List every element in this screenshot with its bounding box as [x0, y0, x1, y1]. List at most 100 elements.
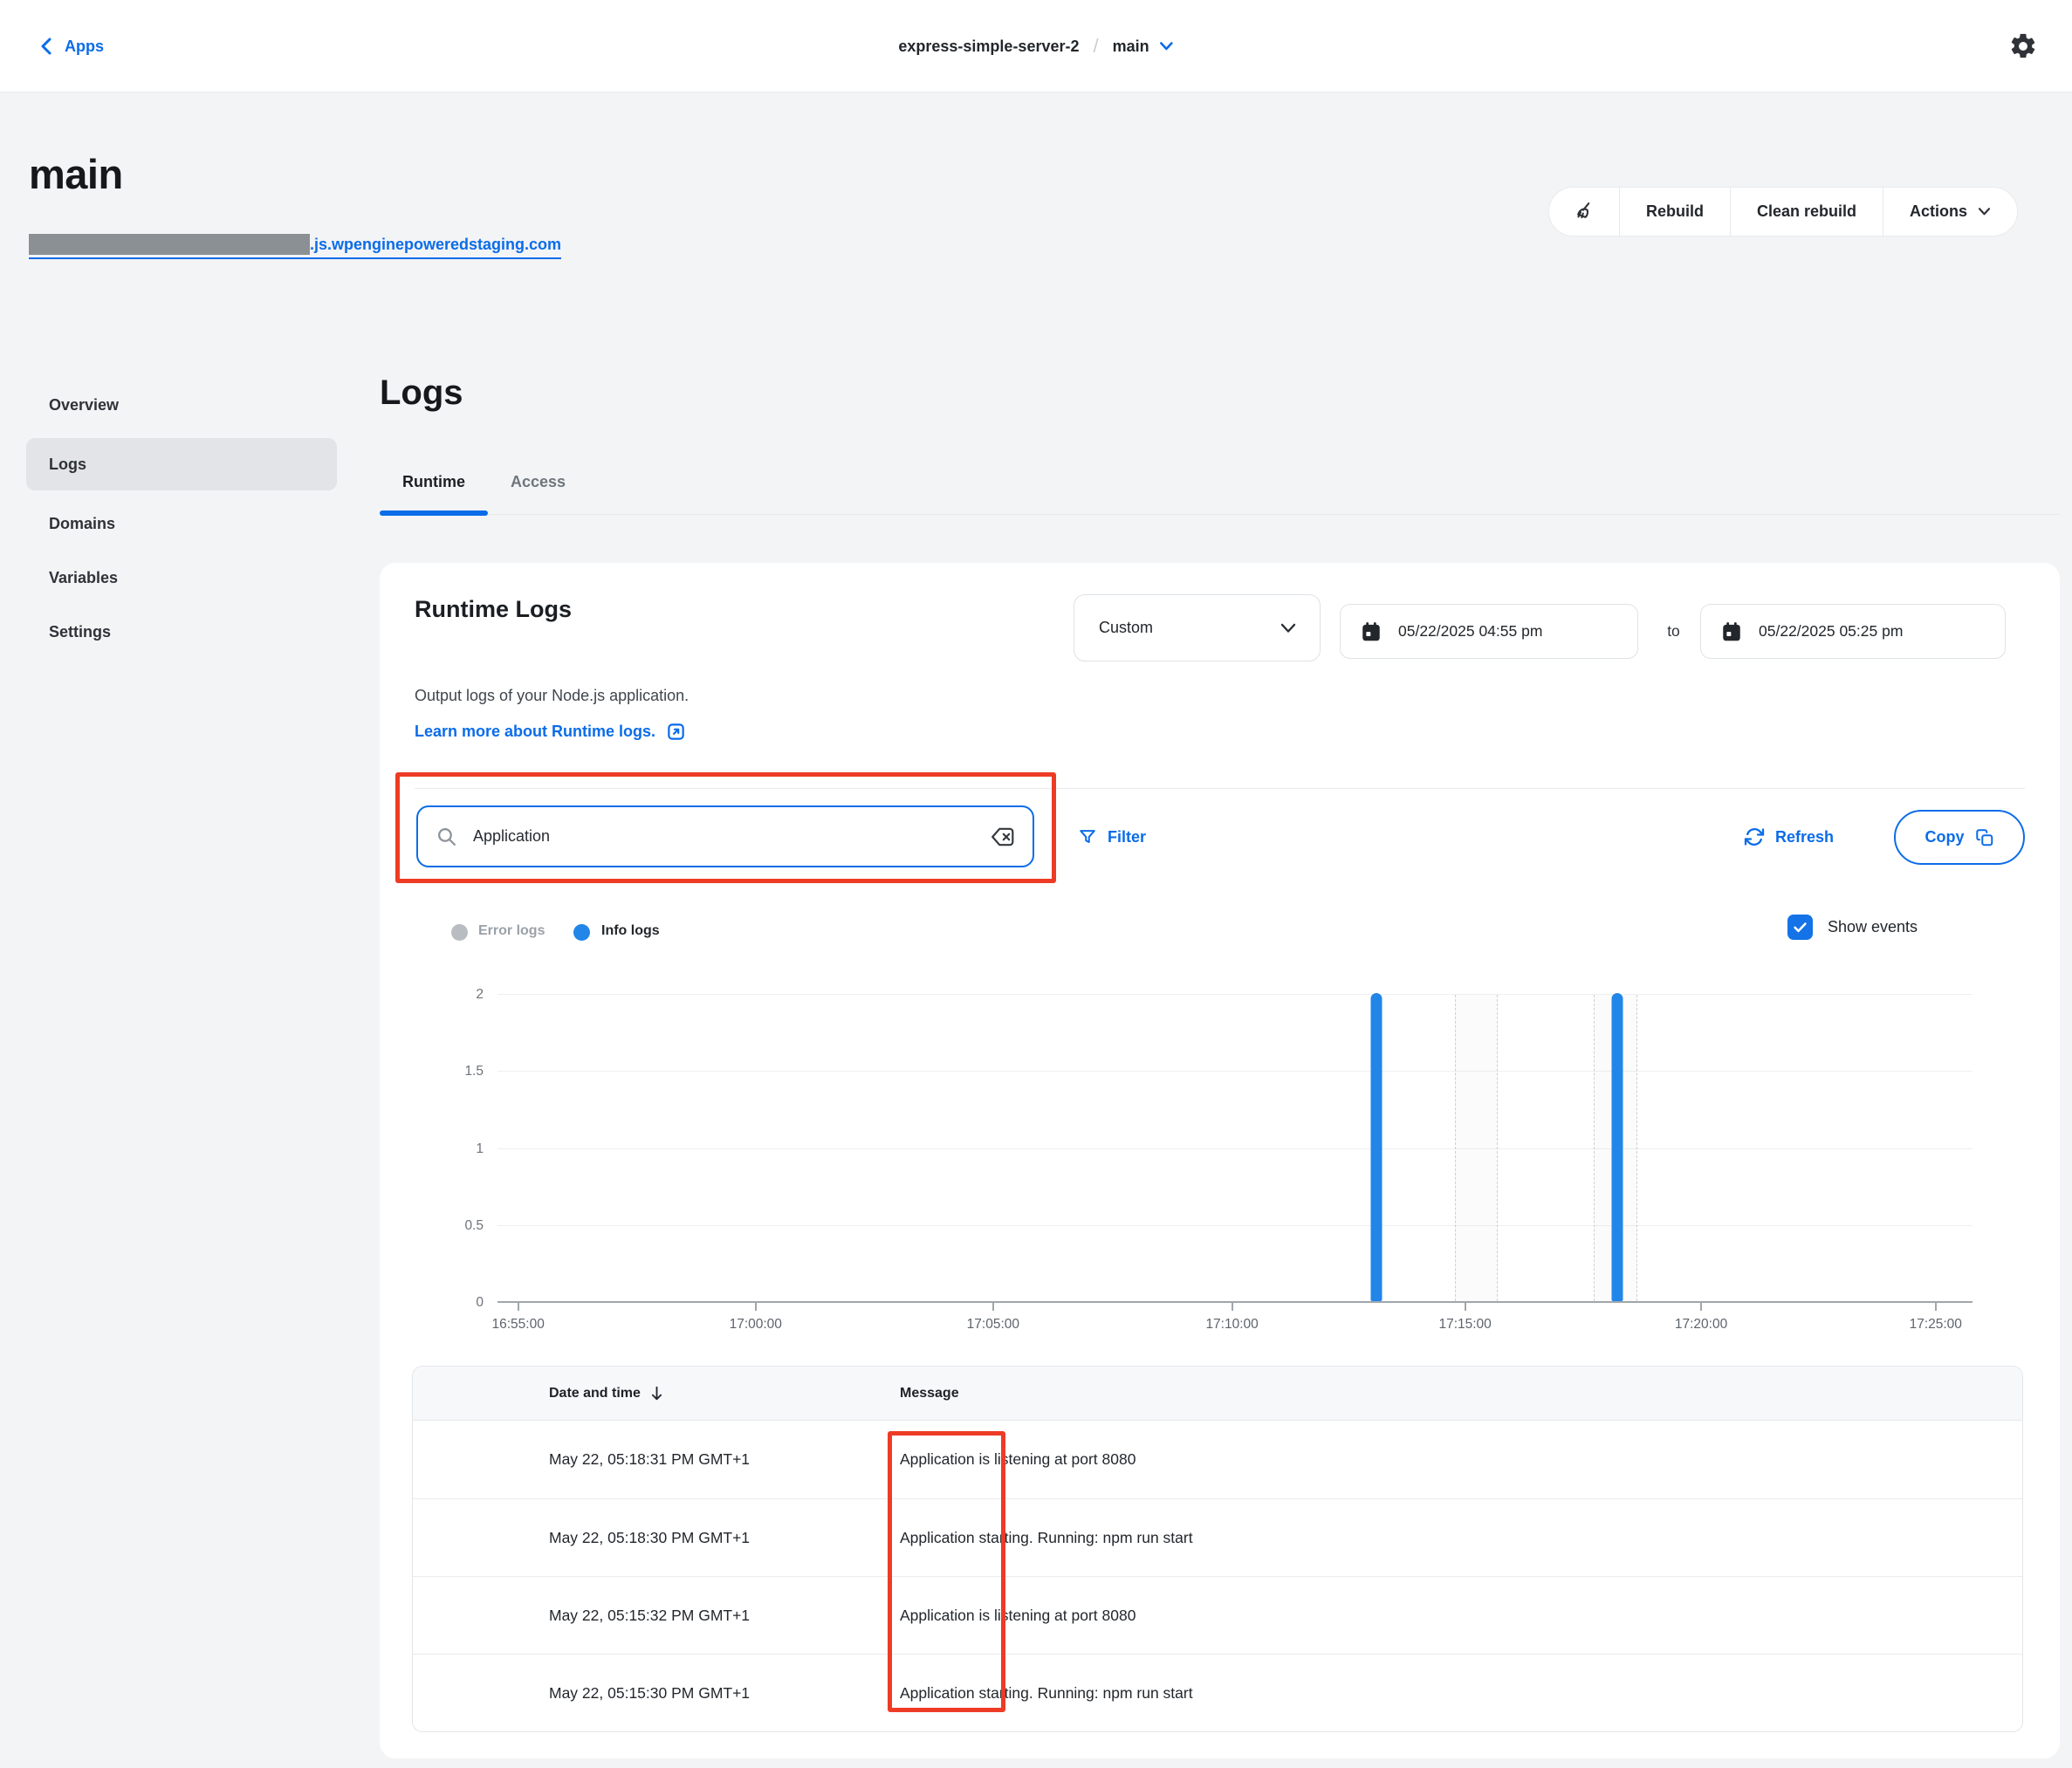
clean-rebuild-button[interactable]: Clean rebuild	[1730, 188, 1883, 236]
panel-description: Output logs of your Node.js application.	[415, 687, 689, 705]
date-from-value: 05/22/2025 04:55 pm	[1398, 622, 1542, 641]
gridline	[497, 1071, 1973, 1072]
refresh-button[interactable]: Refresh	[1744, 821, 1834, 853]
refresh-label: Refresh	[1775, 828, 1834, 846]
show-events-label: Show events	[1828, 918, 1918, 936]
x-axis-tick-mark	[1700, 1303, 1702, 1311]
calendar-icon	[1720, 620, 1743, 643]
x-axis-tick-label: 17:05:00	[967, 1317, 1019, 1333]
learn-more-label: Learn more about Runtime logs.	[415, 723, 655, 741]
gridline	[497, 1225, 1973, 1226]
x-axis-tick-label: 17:00:00	[730, 1317, 782, 1333]
sidebar-nav: Overview Logs Domains Variables Settings	[26, 384, 337, 665]
show-events-toggle[interactable]: Show events	[1787, 915, 1918, 940]
breadcrumb-app-name: express-simple-server-2	[898, 38, 1079, 56]
column-header-datetime[interactable]: Date and time	[549, 1385, 900, 1401]
filter-label: Filter	[1108, 828, 1146, 846]
search-input[interactable]	[457, 827, 991, 846]
log-count-bar	[1611, 993, 1623, 1301]
info-logs-legend-label[interactable]: Info logs	[601, 923, 660, 939]
time-range-value: Custom	[1099, 619, 1153, 637]
table-row: May 22, 05:15:32 PM GMT+1Application is …	[413, 1576, 2022, 1654]
environment-switcher[interactable]: main	[1113, 38, 1174, 56]
chart-plot: 00.511.5216:55:0017:00:0017:05:0017:10:0…	[497, 995, 1973, 1303]
y-axis-tick-label: 0	[431, 1295, 484, 1311]
x-axis-tick-label: 16:55:00	[491, 1317, 544, 1333]
event-band	[1455, 995, 1498, 1301]
copy-button[interactable]: Copy	[1894, 810, 2025, 865]
gear-icon	[2008, 31, 2038, 61]
gridline	[497, 994, 1973, 995]
date-from-input[interactable]: 05/22/2025 04:55 pm	[1340, 604, 1638, 659]
sort-descending-icon	[649, 1385, 664, 1401]
cell-datetime: May 22, 05:15:32 PM GMT+1	[549, 1607, 900, 1625]
x-axis-tick-label: 17:15:00	[1438, 1317, 1491, 1333]
broom-icon	[1572, 200, 1596, 224]
date-to-input[interactable]: 05/22/2025 05:25 pm	[1700, 604, 2006, 659]
x-axis-tick-mark	[518, 1303, 519, 1311]
funnel-icon	[1078, 827, 1097, 846]
environment-url-link[interactable]: .js.wpenginepoweredstaging.com	[29, 234, 561, 259]
calendar-icon	[1360, 620, 1382, 643]
clear-search-button[interactable]	[991, 826, 1015, 847]
column-header-message: Message	[900, 1386, 959, 1401]
sidebar-item-variables[interactable]: Variables	[26, 557, 337, 599]
cell-datetime: May 22, 05:18:31 PM GMT+1	[549, 1450, 900, 1469]
page-title: main	[29, 150, 123, 198]
tab-runtime[interactable]: Runtime	[380, 469, 488, 514]
x-axis-tick-mark	[992, 1303, 994, 1311]
tab-access[interactable]: Access	[488, 469, 588, 514]
refresh-icon	[1744, 826, 1765, 847]
rebuild-label: Rebuild	[1646, 202, 1704, 221]
cell-message: Application starting. Running: npm run s…	[900, 1529, 1193, 1547]
logs-table-body: May 22, 05:18:31 PM GMT+1Application is …	[413, 1421, 2022, 1731]
time-range-select[interactable]: Custom	[1074, 594, 1321, 661]
check-icon	[1792, 919, 1808, 935]
sidebar-item-settings[interactable]: Settings	[26, 611, 337, 653]
cell-message: Application is listening at port 8080	[900, 1450, 1135, 1469]
gridline	[497, 1148, 1973, 1149]
x-axis-tick-mark	[1232, 1303, 1233, 1311]
sidebar-item-logs[interactable]: Logs	[26, 438, 337, 490]
clean-rebuild-label: Clean rebuild	[1757, 202, 1856, 221]
external-link-icon	[666, 722, 686, 742]
error-logs-legend-dot	[451, 924, 468, 941]
x-axis-tick-mark	[1465, 1303, 1466, 1311]
breadcrumb-separator: /	[1093, 35, 1098, 58]
breadcrumb-env-name: main	[1113, 38, 1149, 56]
table-row: May 22, 05:15:30 PM GMT+1Application sta…	[413, 1654, 2022, 1731]
cell-datetime: May 22, 05:18:30 PM GMT+1	[549, 1529, 900, 1547]
log-search-box	[416, 805, 1034, 867]
x-axis-tick-label: 17:20:00	[1675, 1317, 1727, 1333]
filter-button[interactable]: Filter	[1078, 821, 1146, 853]
error-logs-legend-label[interactable]: Error logs	[478, 923, 545, 939]
back-link-label: Apps	[65, 38, 104, 56]
datetime-header-label: Date and time	[549, 1386, 641, 1401]
search-icon	[436, 826, 457, 847]
breadcrumb: express-simple-server-2 / main	[898, 0, 1173, 93]
chevron-down-icon	[1978, 207, 1991, 216]
environment-actions-group: Rebuild Clean rebuild Actions	[1548, 187, 2018, 236]
logs-tabs: RuntimeAccess	[380, 469, 2060, 515]
cell-message: Application is listening at port 8080	[900, 1607, 1135, 1625]
sidebar-item-overview[interactable]: Overview	[26, 384, 337, 426]
y-axis-tick-label: 1	[431, 1141, 484, 1157]
runtime-logs-card: Runtime Logs Custom 05/22/2025 04:55 pm …	[380, 563, 2060, 1758]
settings-gear-button[interactable]	[2006, 29, 2041, 64]
sidebar-item-domains[interactable]: Domains	[26, 503, 337, 545]
actions-dropdown-button[interactable]: Actions	[1883, 188, 2017, 236]
show-events-checkbox[interactable]	[1787, 915, 1813, 940]
chevron-down-icon	[1160, 41, 1174, 51]
environment-url-suffix: .js.wpenginepoweredstaging.com	[310, 236, 561, 254]
learn-more-link[interactable]: Learn more about Runtime logs.	[415, 722, 686, 742]
backspace-clear-icon	[991, 826, 1015, 847]
top-bar: Apps express-simple-server-2 / main	[0, 0, 2072, 93]
purge-cache-button[interactable]	[1549, 188, 1619, 236]
back-to-apps-link[interactable]: Apps	[38, 0, 104, 93]
y-axis-tick-label: 2	[431, 987, 484, 1003]
date-range-to-label: to	[1647, 604, 1700, 659]
rebuild-button[interactable]: Rebuild	[1619, 188, 1730, 236]
redacted-url-segment	[29, 234, 310, 255]
x-axis-tick-mark	[755, 1303, 757, 1311]
chevron-down-icon	[1280, 622, 1297, 634]
